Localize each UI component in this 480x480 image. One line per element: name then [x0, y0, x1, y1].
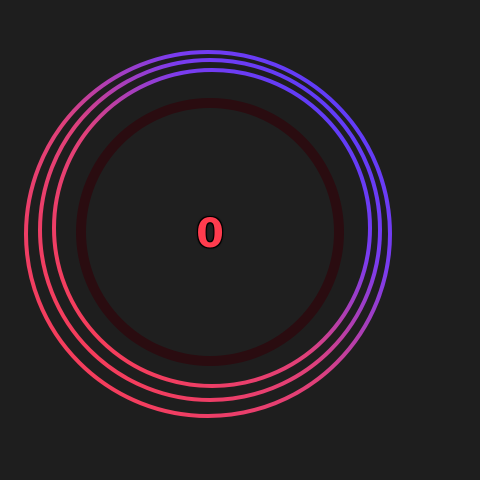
timer-widget: 0	[0, 0, 480, 480]
counter-value: 0	[196, 211, 224, 257]
